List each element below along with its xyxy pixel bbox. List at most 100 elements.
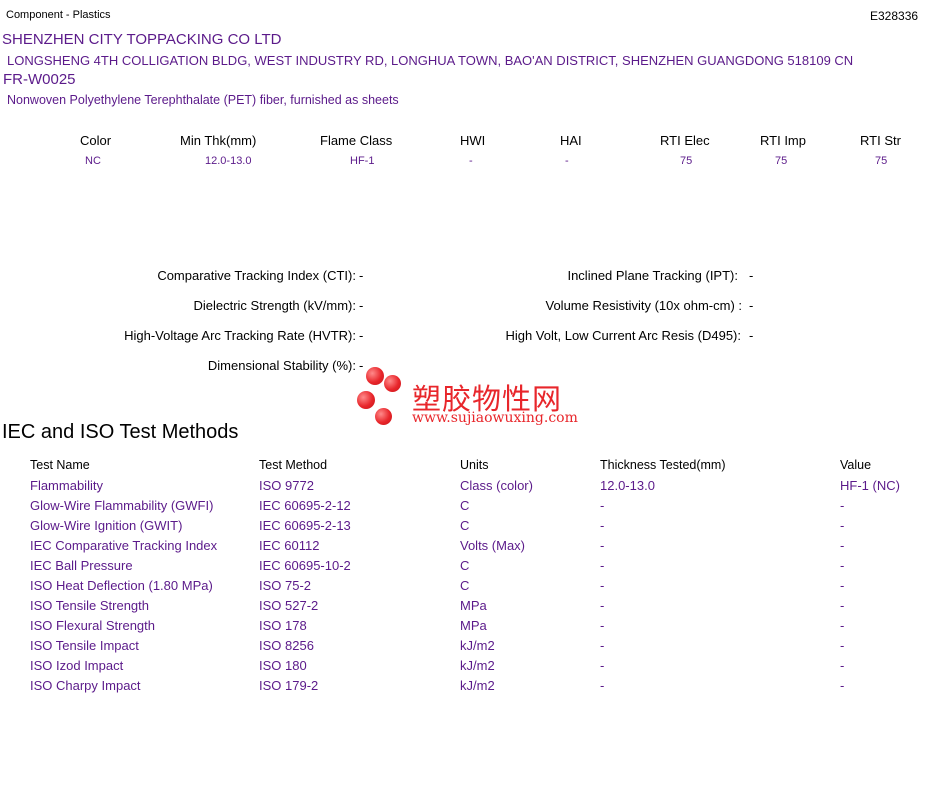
dimensional-stability-value: - — [359, 358, 364, 373]
iec-cell-thickness: - — [600, 578, 605, 593]
iec-cell-units: C — [460, 558, 470, 573]
iec-cell-test-name: Flammability — [30, 478, 103, 493]
iec-cell-test-name: ISO Tensile Impact — [30, 638, 139, 653]
iec-cell-value: HF-1 (NC) — [840, 478, 900, 493]
iec-cell-test-name: Glow-Wire Flammability (GWFI) — [30, 498, 214, 513]
iec-cell-test-name: Glow-Wire Ignition (GWIT) — [30, 518, 183, 533]
volume-resistivity-value: - — [749, 298, 754, 313]
iec-cell-thickness: - — [600, 518, 605, 533]
iec-cell-test-method: ISO 178 — [259, 618, 307, 633]
iec-cell-units: MPa — [460, 598, 487, 613]
prop-header-rti-imp: RTI Imp — [760, 133, 806, 148]
iec-section-title: IEC and ISO Test Methods — [2, 421, 239, 443]
watermark-url: www.sujiaowuxing.com — [412, 410, 578, 426]
iec-cell-units: kJ/m2 — [460, 638, 495, 653]
prop-header-min-thk: Min Thk(mm) — [180, 133, 257, 148]
hvtr-value: - — [359, 328, 364, 343]
watermark-dot — [375, 408, 392, 425]
iec-cell-test-method: ISO 179-2 — [259, 678, 319, 693]
watermark-dot — [384, 375, 401, 392]
iec-cell-value: - — [840, 678, 845, 693]
iec-cell-thickness: - — [600, 658, 605, 673]
prop-value-rti-imp: 75 — [775, 155, 788, 167]
iec-cell-test-method: IEC 60695-2-12 — [259, 498, 351, 513]
prop-header-rti-str: RTI Str — [860, 133, 901, 148]
company-name: SHENZHEN CITY TOPPACKING CO LTD — [2, 31, 282, 48]
dielectric-strength-value: - — [359, 298, 364, 313]
document-category: Component - Plastics — [6, 9, 111, 21]
prop-value-hai: - — [565, 155, 569, 167]
iec-cell-thickness: - — [600, 498, 605, 513]
d495-label: High Volt, Low Current Arc Resis (D495): — [505, 328, 741, 343]
iec-cell-value: - — [840, 558, 845, 573]
hvtr-label: High-Voltage Arc Tracking Rate (HVTR): — [124, 328, 356, 343]
iec-cell-units: kJ/m2 — [460, 678, 495, 693]
iec-header-units: Units — [460, 458, 489, 472]
ipt-value: - — [749, 268, 754, 283]
iec-cell-test-name: ISO Charpy Impact — [30, 678, 141, 693]
iec-cell-value: - — [840, 518, 845, 533]
company-address: LONGSHENG 4TH COLLIGATION BLDG, WEST IND… — [7, 53, 854, 68]
iec-cell-units: C — [460, 578, 470, 593]
prop-value-flame-class: HF-1 — [350, 155, 375, 167]
prop-header-rti-elec: RTI Elec — [660, 133, 710, 148]
iec-cell-test-method: IEC 60695-2-13 — [259, 518, 351, 533]
iec-cell-units: C — [460, 518, 470, 533]
prop-header-color: Color — [80, 133, 112, 148]
d495-value: - — [749, 328, 754, 343]
iec-cell-test-name: IEC Comparative Tracking Index — [30, 538, 218, 553]
iec-cell-thickness: - — [600, 598, 605, 613]
iec-cell-units: Volts (Max) — [460, 538, 526, 553]
prop-header-flame-class: Flame Class — [320, 133, 393, 148]
iec-cell-test-name: ISO Heat Deflection (1.80 MPa) — [30, 578, 213, 593]
iec-cell-test-method: IEC 60112 — [259, 538, 320, 553]
prop-value-color: NC — [85, 155, 101, 167]
prop-value-rti-str: 75 — [875, 155, 888, 167]
iec-cell-value: - — [840, 638, 845, 653]
volume-resistivity-label: Volume Resistivity (10x ohm-cm) : — [545, 298, 743, 313]
iec-cell-thickness: - — [600, 558, 605, 573]
iec-cell-value: - — [840, 538, 845, 553]
iec-cell-test-method: IEC 60695-10-2 — [259, 558, 351, 573]
iec-cell-test-method: ISO 527-2 — [259, 598, 319, 613]
dielectric-strength-label: Dielectric Strength (kV/mm): — [193, 298, 356, 313]
prop-header-hai: HAI — [560, 133, 582, 148]
iec-cell-units: kJ/m2 — [460, 658, 495, 673]
iec-cell-value: - — [840, 618, 845, 633]
iec-cell-test-name: ISO Tensile Strength — [30, 598, 149, 613]
iec-header-value: Value — [840, 458, 872, 472]
watermark-dot — [366, 367, 384, 385]
product-description: Nonwoven Polyethylene Terephthalate (PET… — [7, 93, 399, 107]
iec-cell-thickness: - — [600, 678, 605, 693]
file-number: E328336 — [870, 9, 919, 23]
iec-cell-test-method: ISO 180 — [259, 658, 307, 673]
iec-header-test-name: Test Name — [30, 458, 90, 472]
iec-cell-thickness: - — [600, 618, 605, 633]
prop-value-min-thk: 12.0-13.0 — [205, 155, 252, 167]
iec-cell-test-name: IEC Ball Pressure — [30, 558, 133, 573]
iec-cell-test-method: ISO 9772 — [259, 478, 314, 493]
iec-cell-units: Class (color) — [460, 478, 533, 493]
cti-value: - — [359, 268, 364, 283]
iec-cell-test-name: ISO Flexural Strength — [30, 618, 155, 633]
iec-cell-value: - — [840, 658, 845, 673]
cti-label: Comparative Tracking Index (CTI): — [157, 268, 356, 283]
iec-cell-thickness: - — [600, 638, 605, 653]
iec-cell-thickness: - — [600, 538, 605, 553]
iec-cell-value: - — [840, 578, 845, 593]
iec-cell-thickness: 12.0-13.0 — [600, 478, 655, 493]
iec-cell-value: - — [840, 598, 845, 613]
product-id: FR-W0025 — [3, 71, 76, 88]
iec-cell-test-name: ISO Izod Impact — [30, 658, 124, 673]
iec-header-thickness: Thickness Tested(mm) — [600, 458, 726, 472]
ipt-label: Inclined Plane Tracking (IPT): — [567, 268, 738, 283]
prop-value-rti-elec: 75 — [680, 155, 693, 167]
dimensional-stability-label: Dimensional Stability (%): — [207, 358, 356, 373]
iec-cell-test-method: ISO 75-2 — [259, 578, 312, 593]
iec-cell-units: MPa — [460, 618, 487, 633]
iec-cell-value: - — [840, 498, 845, 513]
iec-header-test-method: Test Method — [259, 458, 328, 472]
iec-cell-test-method: ISO 8256 — [259, 638, 314, 653]
prop-value-hwi: - — [469, 155, 473, 167]
watermark-dot — [357, 391, 375, 409]
